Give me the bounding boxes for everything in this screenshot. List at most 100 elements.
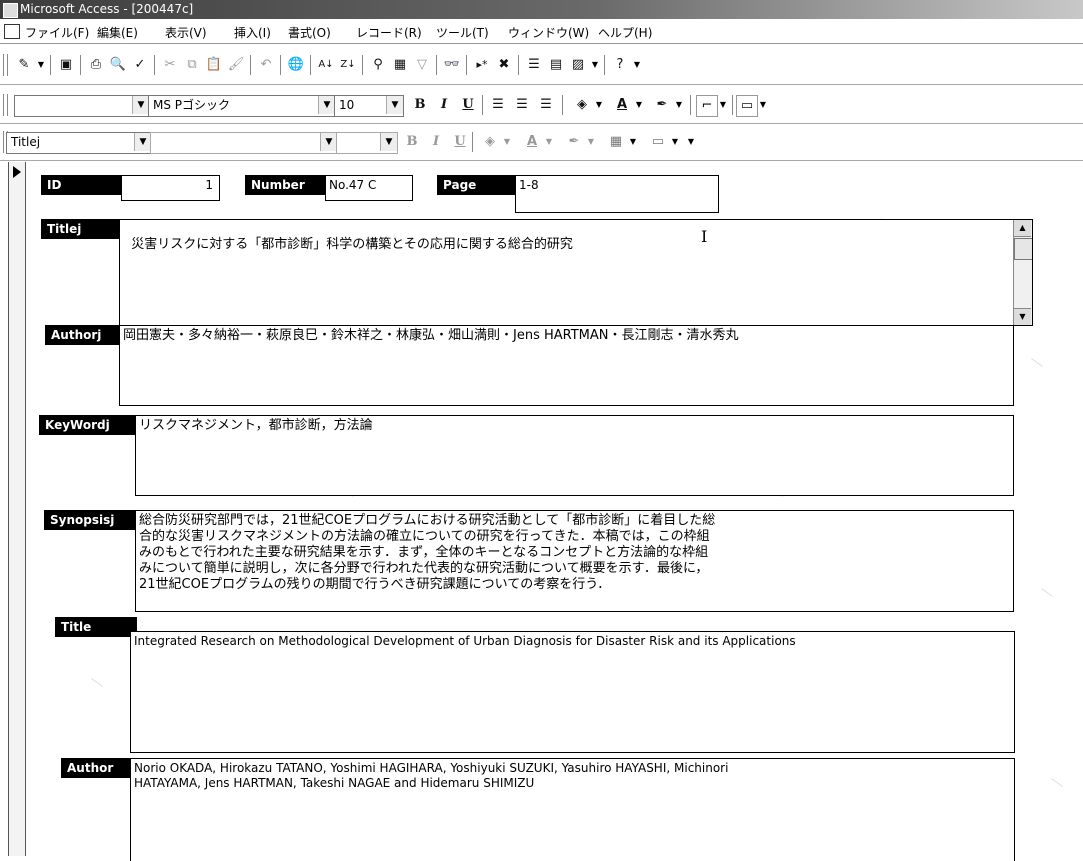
fill-color-dropdown-icon[interactable]: ▼	[502, 132, 512, 152]
filter-by-form-icon[interactable]: ▦	[390, 55, 410, 75]
special-effect-icon[interactable]: ▭	[648, 132, 668, 152]
title-field[interactable]: Integrated Research on Methodological De…	[130, 631, 1015, 753]
help-dropdown-icon[interactable]: ▼	[632, 55, 642, 75]
menu-records[interactable]: レコード(R)	[356, 24, 422, 41]
author-field[interactable]: Norio OKADA, Hirokazu TATANO, Yoshimi HA…	[130, 758, 1015, 861]
view-icon[interactable]: ✎	[14, 55, 34, 75]
scroll-thumb[interactable]	[1014, 238, 1032, 260]
undo-icon[interactable]: ↶	[256, 55, 276, 75]
menu-view[interactable]: 表示(V)	[165, 24, 207, 41]
chevron-down-icon[interactable]: ▼	[386, 96, 403, 114]
paste-icon[interactable]: 📋	[204, 55, 224, 75]
print-icon[interactable]: ⎙	[86, 55, 106, 75]
chevron-down-icon[interactable]: ▼	[134, 133, 151, 151]
chevron-down-icon[interactable]: ▼	[318, 96, 335, 114]
spelling-icon[interactable]: ✓	[130, 55, 150, 75]
sort-descending-icon[interactable]: Z↓	[338, 55, 358, 75]
line-color-icon[interactable]: ✒	[564, 132, 584, 152]
align-left-icon[interactable]: ☰	[488, 95, 508, 115]
align-center-icon[interactable]: ☰	[512, 95, 532, 115]
new-object-icon[interactable]: ▨	[568, 55, 588, 75]
number-label: Number	[245, 175, 331, 195]
help-icon[interactable]: ?	[610, 55, 630, 75]
scroll-down-icon[interactable]: ▼	[1014, 308, 1031, 325]
special-effect-dropdown-icon[interactable]: ▼	[670, 132, 680, 152]
underline-button-disabled[interactable]: U	[450, 132, 470, 152]
print-preview-icon[interactable]: 🔍	[108, 55, 128, 75]
copy-icon[interactable]: ⧉	[182, 55, 202, 75]
filter-by-selection-icon[interactable]: ⚲	[368, 55, 388, 75]
menu-window[interactable]: ウィンドウ(W)	[508, 24, 589, 41]
save-icon[interactable]: ▣	[56, 55, 76, 75]
fill-color-dropdown-icon[interactable]: ▼	[594, 95, 604, 115]
new-object-dropdown-icon[interactable]: ▼	[590, 55, 600, 75]
access-app-icon[interactable]	[3, 3, 18, 18]
chevron-down-icon[interactable]: ▼	[132, 96, 149, 114]
cut-icon[interactable]: ✂	[160, 55, 180, 75]
toolbar-separator	[154, 55, 155, 75]
title-bar: Microsoft Access - [200447c]	[0, 0, 1083, 19]
special-effect-dropdown-icon[interactable]: ▼	[758, 95, 768, 115]
page-field[interactable]: 1-8	[515, 175, 719, 213]
bold-button[interactable]: B	[410, 95, 430, 115]
special-effect-icon[interactable]: ▭	[736, 95, 758, 117]
object-combo-empty[interactable]: ▼	[14, 95, 150, 117]
line-color-dropdown-icon[interactable]: ▼	[586, 132, 596, 152]
font-size-combo-disabled[interactable]: ▼	[336, 132, 398, 154]
font-size-combo[interactable]: 10 ▼	[334, 95, 404, 117]
titlej-scrollbar[interactable]: ▲ ▼	[1013, 220, 1032, 325]
view-dropdown-icon[interactable]: ▼	[36, 55, 46, 75]
menu-tools[interactable]: ツール(T)	[436, 24, 489, 41]
delete-record-icon[interactable]: ✖	[494, 55, 514, 75]
insert-hyperlink-icon[interactable]: 🌐	[286, 55, 306, 75]
number-field[interactable]: No.47 C	[325, 175, 413, 201]
menu-format[interactable]: 書式(O)	[288, 24, 331, 41]
gridlines-dropdown-icon[interactable]: ▼	[628, 132, 638, 152]
font-color-icon[interactable]: A	[612, 95, 632, 115]
titlej-field[interactable]: 災害リスクに対する「都市診断」科学の構築とその応用に関する総合的研究 ▲ ▼	[119, 219, 1033, 326]
current-record-pointer-icon	[13, 166, 21, 178]
keywordj-field[interactable]: リスクマネジメント，都市診断，方法論	[135, 415, 1014, 496]
italic-button-disabled[interactable]: I	[426, 132, 446, 152]
font-combo-disabled[interactable]: ▼	[150, 132, 338, 154]
menu-file[interactable]: ファイル(F)	[25, 24, 89, 41]
line-width-icon[interactable]: ⌐	[696, 95, 718, 117]
bold-button-disabled[interactable]: B	[402, 132, 422, 152]
toolbar-separator	[690, 95, 691, 115]
chevron-down-icon[interactable]: ▼	[320, 133, 337, 151]
scroll-up-icon[interactable]: ▲	[1014, 220, 1031, 237]
synopsisj-field[interactable]: 総合防災研究部門では，21世紀COEプログラムにおける研究活動として「都市診断」…	[135, 510, 1014, 612]
font-color-dropdown-icon[interactable]: ▼	[544, 132, 554, 152]
record-selector[interactable]	[8, 162, 26, 856]
database-window-icon[interactable]: ▤	[546, 55, 566, 75]
fill-color-icon[interactable]: ◈	[572, 95, 592, 115]
toolbar-options-icon[interactable]: ▼	[686, 132, 696, 152]
toolbar-grip	[3, 94, 8, 116]
properties-icon[interactable]: ☰	[524, 55, 544, 75]
font-combo[interactable]: MS Pゴシック ▼	[148, 95, 336, 117]
menu-insert[interactable]: 挿入(I)	[234, 24, 271, 41]
new-record-icon[interactable]: ▸*	[472, 55, 492, 75]
document-window-icon[interactable]	[4, 24, 20, 39]
format-painter-icon[interactable]: 🖌	[226, 55, 246, 75]
underline-button[interactable]: U	[458, 95, 478, 115]
sort-ascending-icon[interactable]: A↓	[316, 55, 336, 75]
menu-help[interactable]: ヘルプ(H)	[598, 24, 652, 41]
fill-color-icon[interactable]: ◈	[480, 132, 500, 152]
font-color-icon[interactable]: A	[522, 132, 542, 152]
authorj-field[interactable]: 岡田憲夫・多々納裕一・萩原良巳・鈴木祥之・林康弘・畑山満則・Jens HARTM…	[119, 325, 1014, 406]
line-width-dropdown-icon[interactable]: ▼	[718, 95, 728, 115]
apply-filter-icon[interactable]: ▽	[412, 55, 432, 75]
menu-edit[interactable]: 編集(E)	[97, 24, 138, 41]
font-color-dropdown-icon[interactable]: ▼	[634, 95, 644, 115]
object-combo[interactable]: Titlej ▼	[6, 132, 152, 154]
find-icon[interactable]: 👓	[442, 55, 462, 75]
author-label: Author	[61, 758, 137, 778]
chevron-down-icon[interactable]: ▼	[380, 133, 397, 151]
line-color-dropdown-icon[interactable]: ▼	[674, 95, 684, 115]
align-right-icon[interactable]: ☰	[536, 95, 556, 115]
id-field[interactable]: 1	[121, 175, 220, 201]
line-color-icon[interactable]: ✒	[652, 95, 672, 115]
italic-button[interactable]: I	[434, 95, 454, 115]
gridlines-icon[interactable]: ▦	[606, 132, 626, 152]
